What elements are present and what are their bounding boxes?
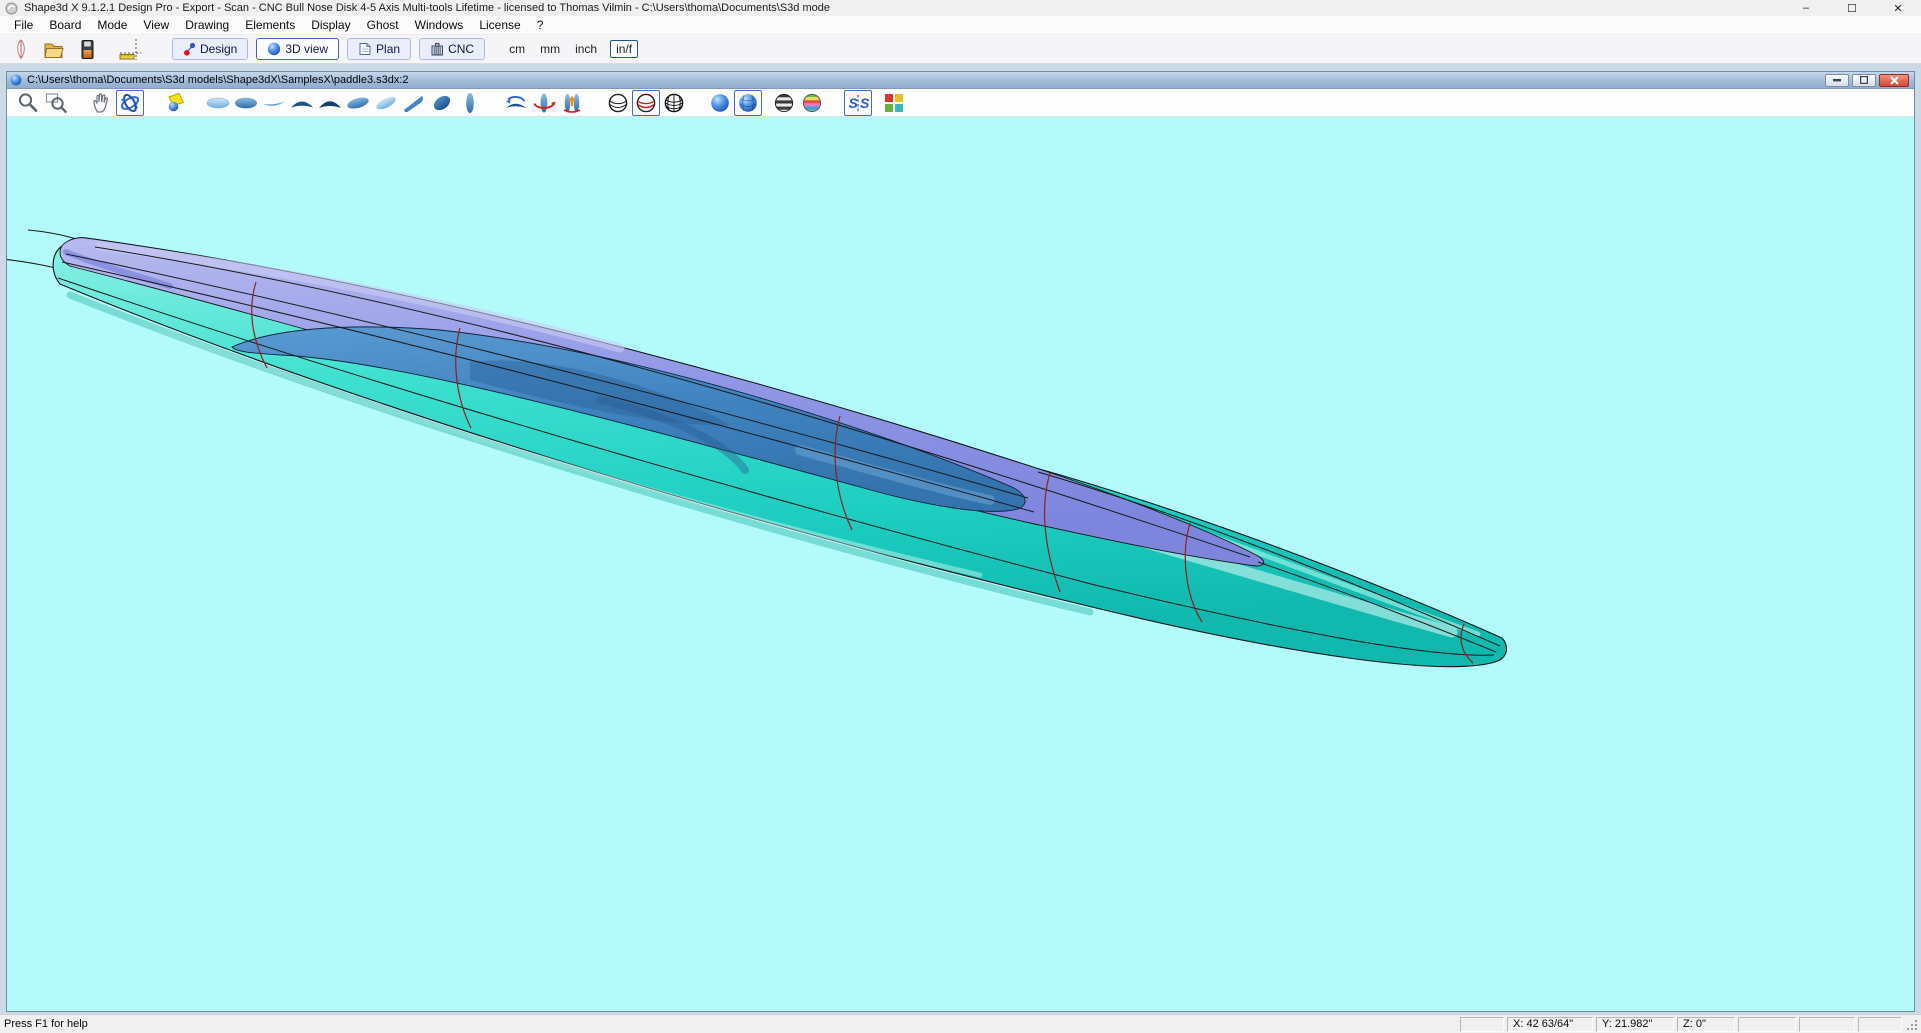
rotate-3d-icon[interactable] bbox=[116, 90, 144, 116]
plan-mode-button[interactable]: Plan bbox=[347, 38, 411, 60]
rotate-board-icon[interactable] bbox=[530, 90, 558, 116]
document-icon bbox=[10, 74, 22, 86]
design-mode-label: Design bbox=[200, 42, 237, 56]
rotate-view-icon[interactable] bbox=[502, 90, 530, 116]
zoom-window-icon[interactable] bbox=[42, 90, 70, 116]
sphere-icon bbox=[267, 42, 281, 56]
menu-drawing[interactable]: Drawing bbox=[177, 18, 237, 32]
flip-board-icon[interactable] bbox=[558, 90, 586, 116]
app-icon bbox=[5, 2, 18, 15]
pan-hand-icon[interactable] bbox=[88, 90, 116, 116]
view-bottom-icon[interactable] bbox=[232, 90, 260, 116]
doc-minimize-button[interactable] bbox=[1825, 74, 1849, 87]
document-titlebar[interactable]: C:\Users\thoma\Documents\S3d models\Shap… bbox=[7, 72, 1914, 89]
zoom-icon[interactable] bbox=[14, 90, 42, 116]
doc-close-button[interactable] bbox=[1879, 74, 1909, 87]
view-perspective-4-icon[interactable] bbox=[428, 90, 456, 116]
main-toolbar: Design 3D view Plan CNC cm mm inch in/f bbox=[0, 35, 1921, 64]
light-icon[interactable] bbox=[162, 90, 190, 116]
render-textured-icon[interactable] bbox=[734, 90, 762, 116]
render-multicolor-icon[interactable] bbox=[798, 90, 826, 116]
viewport-toolbar: SS bbox=[7, 89, 1914, 117]
view-front-icon[interactable] bbox=[288, 90, 316, 116]
status-panel-empty-0 bbox=[1460, 1017, 1504, 1032]
s3d-compare-icon[interactable]: SS bbox=[844, 90, 872, 116]
doc-restore-button[interactable] bbox=[1852, 74, 1876, 87]
minimize-button[interactable]: – bbox=[1783, 0, 1829, 16]
view-back-icon[interactable] bbox=[316, 90, 344, 116]
maximize-button[interactable]: ☐ bbox=[1829, 0, 1875, 16]
status-help-text: Press F1 for help bbox=[4, 1018, 1457, 1030]
unit-inch[interactable]: inch bbox=[573, 41, 599, 57]
menu-windows[interactable]: Windows bbox=[407, 18, 472, 32]
menubar: File Board Mode View Drawing Elements Di… bbox=[0, 16, 1921, 35]
window-title: Shape3d X 9.1.2.1 Design Pro - Export - … bbox=[24, 2, 830, 14]
resize-grip[interactable] bbox=[1904, 1017, 1919, 1032]
design-mode-button[interactable]: Design bbox=[172, 38, 248, 60]
measurements-icon[interactable] bbox=[116, 37, 143, 62]
status-y-coordinate: Y: 21.982" bbox=[1596, 1017, 1674, 1032]
statusbar: Press F1 for help X: 42 63/64" Y: 21.982… bbox=[0, 1014, 1921, 1033]
status-panel-empty-2 bbox=[1799, 1017, 1855, 1032]
viewport-canvas[interactable] bbox=[7, 117, 1914, 1011]
render-mesh-icon[interactable] bbox=[660, 90, 688, 116]
unit-mm[interactable]: mm bbox=[538, 41, 562, 57]
cnc-mode-button[interactable]: CNC bbox=[419, 38, 485, 60]
render-wireframe-icon[interactable] bbox=[604, 90, 632, 116]
status-z-coordinate: Z: 0" bbox=[1677, 1017, 1735, 1032]
color-tiles-icon[interactable] bbox=[880, 90, 908, 116]
new-board-icon[interactable] bbox=[7, 37, 34, 62]
menu-help[interactable]: ? bbox=[529, 18, 552, 32]
open-folder-icon[interactable] bbox=[40, 37, 67, 62]
render-wireframe-sections-icon[interactable] bbox=[632, 90, 660, 116]
document-title: C:\Users\thoma\Documents\S3d models\Shap… bbox=[27, 74, 409, 86]
status-panel-empty-3 bbox=[1858, 1017, 1902, 1032]
view-side-icon[interactable] bbox=[260, 90, 288, 116]
save-icon[interactable] bbox=[73, 37, 100, 62]
render-solid-icon[interactable] bbox=[706, 90, 734, 116]
cnc-mode-label: CNC bbox=[448, 42, 474, 56]
svg-text:S: S bbox=[849, 95, 859, 111]
view-vertical-icon[interactable] bbox=[456, 90, 484, 116]
svg-text:S: S bbox=[860, 95, 870, 111]
view-perspective-3-icon[interactable] bbox=[400, 90, 428, 116]
plan-document-icon bbox=[358, 42, 372, 56]
3d-view-mode-label: 3D view bbox=[285, 42, 328, 56]
status-panel-empty-1 bbox=[1738, 1017, 1796, 1032]
app-titlebar: Shape3d X 9.1.2.1 Design Pro - Export - … bbox=[0, 0, 1921, 16]
cnc-machine-icon bbox=[430, 42, 444, 56]
document-window: C:\Users\thoma\Documents\S3d models\Shap… bbox=[6, 71, 1915, 1012]
unit-cm[interactable]: cm bbox=[507, 41, 527, 57]
close-button[interactable]: ✕ bbox=[1875, 0, 1921, 16]
menu-mode[interactable]: Mode bbox=[89, 18, 135, 32]
menu-license[interactable]: License bbox=[471, 18, 528, 32]
render-striped-icon[interactable] bbox=[770, 90, 798, 116]
plan-mode-label: Plan bbox=[376, 42, 400, 56]
3d-view-mode-button[interactable]: 3D view bbox=[256, 38, 339, 60]
menu-display[interactable]: Display bbox=[303, 18, 358, 32]
menu-elements[interactable]: Elements bbox=[237, 18, 303, 32]
menu-file[interactable]: File bbox=[6, 18, 41, 32]
view-top-icon[interactable] bbox=[204, 90, 232, 116]
unit-in-f[interactable]: in/f bbox=[610, 40, 638, 58]
mdi-area: C:\Users\thoma\Documents\S3d models\Shap… bbox=[0, 64, 1921, 1014]
design-points-icon bbox=[183, 42, 196, 56]
menu-board[interactable]: Board bbox=[41, 18, 89, 32]
unit-selector: cm mm inch in/f bbox=[507, 40, 638, 58]
status-x-coordinate: X: 42 63/64" bbox=[1507, 1017, 1593, 1032]
view-perspective-2-icon[interactable] bbox=[372, 90, 400, 116]
paddle-board-render bbox=[7, 117, 1914, 1011]
menu-view[interactable]: View bbox=[135, 18, 177, 32]
menu-ghost[interactable]: Ghost bbox=[359, 18, 407, 32]
view-perspective-1-icon[interactable] bbox=[344, 90, 372, 116]
